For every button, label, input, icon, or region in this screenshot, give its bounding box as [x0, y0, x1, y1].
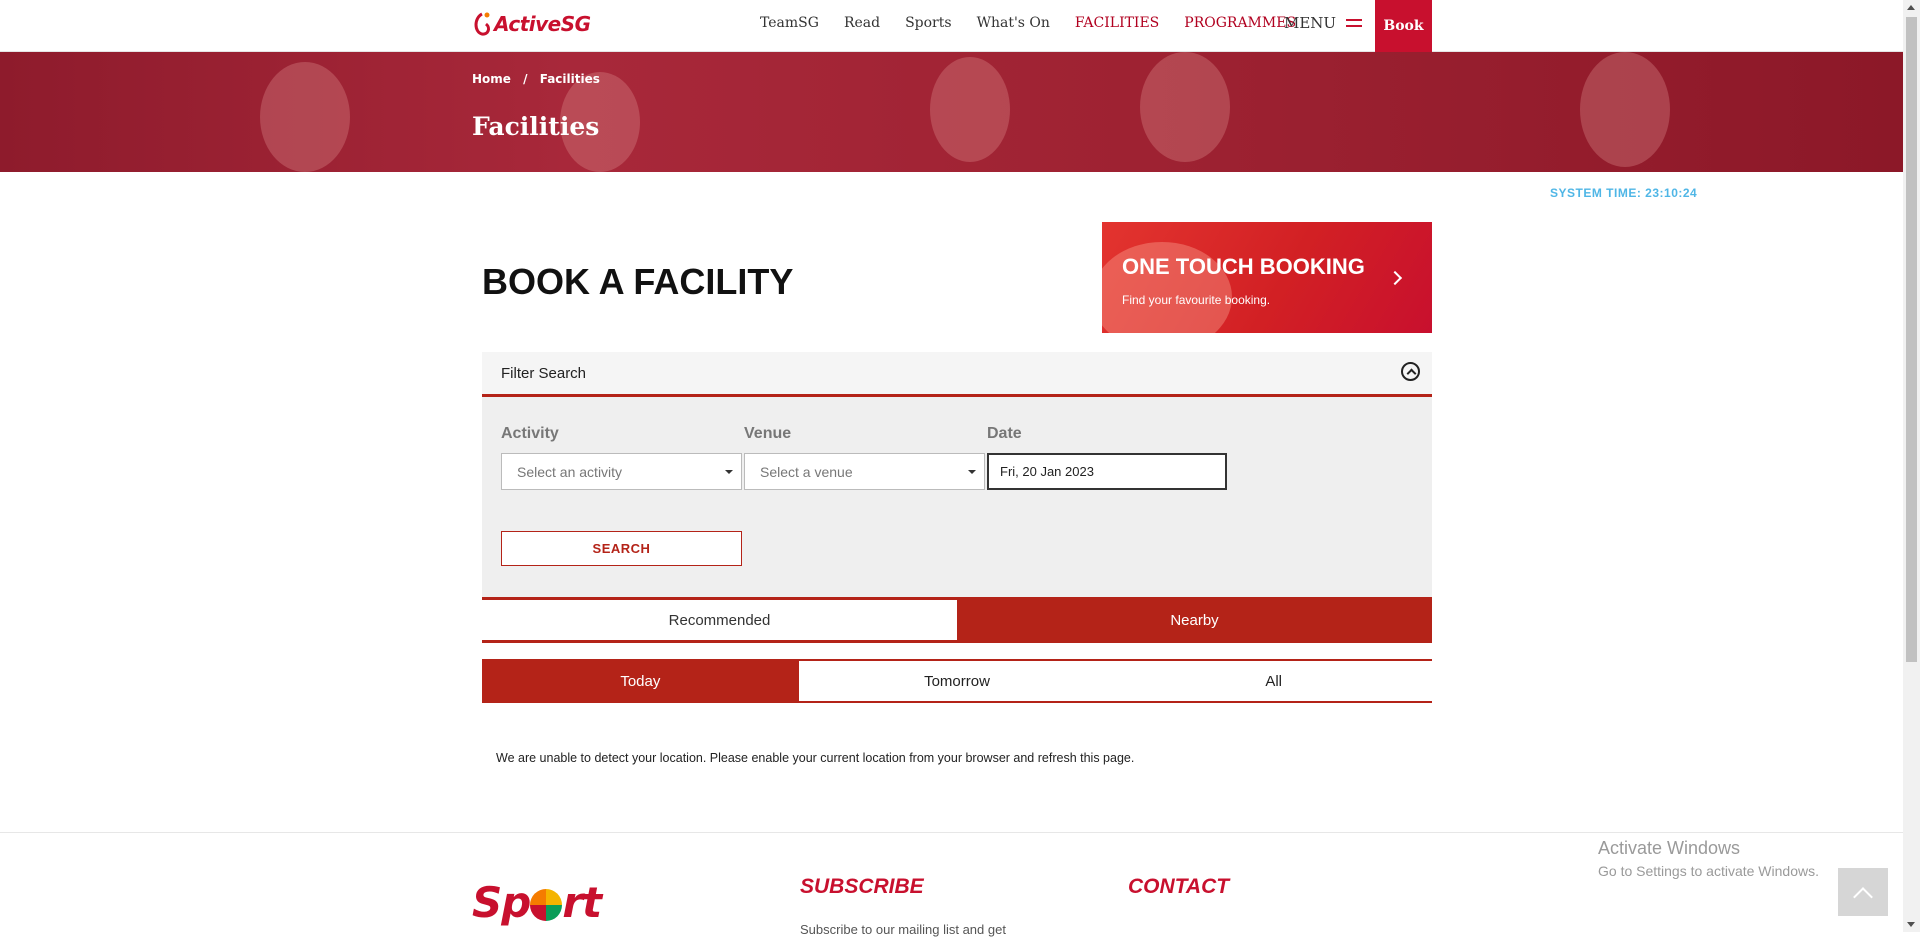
book-button[interactable]: Book: [1375, 0, 1432, 52]
caret-down-icon: [725, 470, 733, 474]
day-tabs: Today Tomorrow All: [482, 659, 1433, 703]
chevron-right-icon: [1387, 270, 1403, 286]
venue-select-value: Select a venue: [760, 463, 853, 480]
filter-panel: Activity Venue Date Select an activity S…: [482, 397, 1432, 597]
nav-programmes[interactable]: PROGRAMMES: [1184, 15, 1296, 31]
breadcrumb-facilities[interactable]: Facilities: [540, 72, 600, 86]
tab-recommended[interactable]: Recommended: [482, 600, 957, 640]
activesg-logo-icon: [474, 12, 491, 36]
hamburger-icon: [1346, 18, 1363, 28]
back-to-top-button[interactable]: [1838, 868, 1888, 916]
nav-whats-on[interactable]: What's On: [977, 15, 1050, 31]
date-input[interactable]: Fri, 20 Jan 2023: [987, 453, 1227, 490]
watermark-line-1: Activate Windows: [1598, 838, 1741, 858]
menu-label: MENU: [1284, 14, 1337, 32]
scroll-up-arrow-icon[interactable]: [1907, 5, 1915, 10]
footer-divider: [0, 832, 1903, 833]
breadcrumb-home[interactable]: Home: [472, 72, 511, 86]
hero-photo-face: [930, 57, 1010, 162]
hero-title: Facilities: [472, 112, 600, 141]
one-touch-booking-title: ONE TOUCH BOOKING: [1122, 254, 1365, 279]
breadcrumb: Home / Facilities: [472, 72, 600, 86]
hero-photo-face: [1580, 52, 1670, 167]
nav-teamsg[interactable]: TeamSG: [760, 15, 819, 31]
nav-read[interactable]: Read: [844, 15, 880, 31]
page-scrollbar[interactable]: [1903, 0, 1920, 932]
breadcrumb-separator: /: [523, 72, 528, 86]
site-header: ActiveSG TeamSG Read Sports What's On FA…: [0, 0, 1903, 52]
nav-sports[interactable]: Sports: [905, 15, 951, 31]
footer-subscribe-heading: SUBSCRIBE: [800, 875, 924, 898]
filter-search-header[interactable]: Filter Search: [482, 352, 1432, 397]
tab-tomorrow[interactable]: Tomorrow: [798, 661, 1116, 701]
nav-facilities[interactable]: FACILITIES: [1075, 15, 1159, 31]
caret-down-icon: [968, 470, 976, 474]
activate-windows-watermark: Activate Windows Go to Settings to activ…: [1598, 838, 1819, 879]
logo-text: ActiveSG: [494, 12, 591, 36]
activity-select[interactable]: Select an activity: [501, 453, 742, 490]
footer-contact-heading: CONTACT: [1128, 875, 1230, 898]
filter-search-label: Filter Search: [501, 364, 587, 382]
chevron-up-circle-icon[interactable]: [1401, 362, 1420, 381]
activity-select-value: Select an activity: [517, 463, 623, 480]
venue-select[interactable]: Select a venue: [744, 453, 985, 490]
search-button[interactable]: SEARCH: [501, 531, 742, 566]
hero-banner: Home / Facilities Facilities: [0, 52, 1903, 172]
one-touch-booking-banner[interactable]: ONE TOUCH BOOKING Find your favourite bo…: [1102, 222, 1432, 333]
sport-logo-ball-icon: [530, 889, 563, 921]
hero-photo-face: [260, 62, 350, 172]
sport-logo-text-end: rt: [562, 878, 602, 927]
location-message: We are unable to detect your location. P…: [496, 751, 1135, 765]
tab-today[interactable]: Today: [482, 661, 799, 701]
date-label: Date: [987, 425, 1022, 442]
main-nav: TeamSG Read Sports What's On FACILITIES …: [760, 0, 1321, 46]
scrollbar-thumb[interactable]: [1906, 17, 1917, 662]
one-touch-booking-subtitle: Find your favourite booking.: [1122, 293, 1271, 307]
menu-button[interactable]: MENU: [1284, 0, 1363, 46]
footer-subscribe-text: Subscribe to our mailing list and get: [800, 922, 1006, 937]
tab-nearby[interactable]: Nearby: [957, 600, 1432, 640]
sport-singapore-logo[interactable]: Sp rt: [472, 878, 602, 927]
watermark-line-2: Go to Settings to activate Windows.: [1598, 863, 1819, 879]
sport-logo-text-start: Sp: [472, 878, 531, 927]
system-time: SYSTEM TIME: 23:10:24: [1550, 186, 1698, 200]
activity-label: Activity: [501, 425, 559, 442]
venue-label: Venue: [744, 425, 792, 442]
page-title: BOOK A FACILITY: [482, 261, 794, 302]
tab-all[interactable]: All: [1115, 661, 1433, 701]
location-tabs: Recommended Nearby: [482, 597, 1432, 643]
activesg-logo[interactable]: ActiveSG: [472, 6, 591, 42]
hero-photo-face: [1140, 52, 1230, 162]
scroll-down-arrow-icon[interactable]: [1907, 922, 1915, 927]
